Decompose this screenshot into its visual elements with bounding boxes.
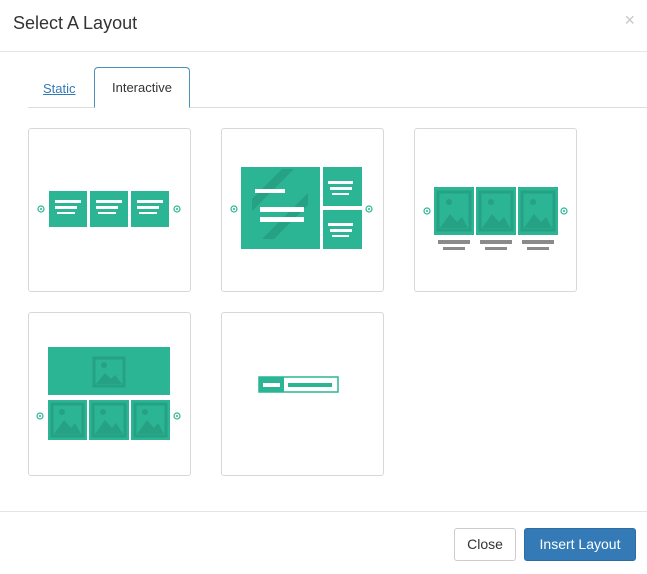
close-icon[interactable]: × bbox=[624, 10, 635, 30]
layout-option-carousel-text[interactable] bbox=[28, 128, 191, 292]
layout-gallery-captions-icon bbox=[423, 187, 568, 250]
close-button[interactable]: Close bbox=[454, 528, 516, 561]
tab-interactive[interactable]: Interactive bbox=[94, 67, 190, 108]
dialog-footer: Close Insert Layout bbox=[0, 511, 647, 574]
layout-featured-list-icon bbox=[230, 167, 373, 249]
layout-carousel-text-icon bbox=[37, 191, 181, 227]
layout-option-banner[interactable] bbox=[221, 312, 384, 476]
layout-option-featured-list[interactable] bbox=[221, 128, 384, 292]
dialog-header: Select A Layout × bbox=[0, 0, 647, 52]
dialog-title: Select A Layout bbox=[13, 13, 138, 33]
layout-banner-icon bbox=[258, 376, 339, 393]
layout-hero-thumbnails-icon bbox=[36, 347, 181, 440]
layout-option-hero-thumbnails[interactable] bbox=[28, 312, 191, 476]
layout-tabs: Static Interactive bbox=[28, 67, 647, 108]
tab-static[interactable]: Static bbox=[43, 81, 76, 96]
insert-layout-button[interactable]: Insert Layout bbox=[524, 528, 636, 561]
layout-option-gallery-captions[interactable] bbox=[414, 128, 577, 292]
